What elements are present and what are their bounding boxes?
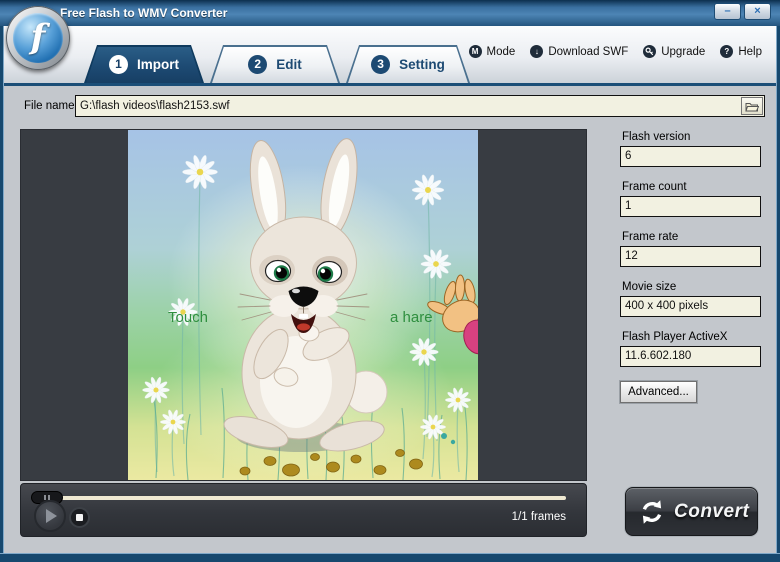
tab-number-badge: 1 xyxy=(109,55,128,74)
field-movie-size: Movie size 400 x 400 pixels xyxy=(620,281,761,317)
field-label: Flash Player ActiveX xyxy=(622,331,761,343)
menu-label: Mode xyxy=(487,46,516,58)
file-path-value: G:\flash videos\flash2153.swf xyxy=(76,100,741,112)
tab-number-badge: 2 xyxy=(248,55,267,74)
download-icon: ↓ xyxy=(530,45,543,58)
help-icon: ? xyxy=(720,45,733,58)
movie-size-value[interactable]: 400 x 400 pixels xyxy=(620,296,761,317)
flash-movie-preview[interactable]: Touch a hare xyxy=(128,130,478,480)
activex-version-value[interactable]: 11.6.602.180 xyxy=(620,346,761,367)
menu-item-help[interactable]: ? Help xyxy=(720,45,762,58)
stop-button[interactable] xyxy=(69,507,90,528)
info-column: Flash version 6 Frame count 1 Frame rate… xyxy=(620,131,761,403)
upgrade-key-icon xyxy=(643,45,656,58)
field-frame-count: Frame count 1 xyxy=(620,181,761,217)
field-frame-rate: Frame rate 12 xyxy=(620,231,761,267)
mode-icon: M xyxy=(469,45,482,58)
open-folder-icon xyxy=(745,101,759,112)
flash-version-value[interactable]: 6 xyxy=(620,146,761,167)
title-bar: Free Flash to WMV Converter xyxy=(0,0,780,26)
caption-touch: Touch xyxy=(168,309,208,326)
frame-rate-value[interactable]: 12 xyxy=(620,246,761,267)
tab-label: Import xyxy=(137,57,179,72)
window-border-right xyxy=(776,26,780,562)
play-button[interactable] xyxy=(34,500,66,532)
play-icon xyxy=(46,509,57,523)
tab-edit[interactable]: 2 Edit xyxy=(210,45,340,83)
flash-logo-icon: f xyxy=(13,13,63,63)
tab-label: Setting xyxy=(399,57,445,72)
teal-dot xyxy=(441,433,447,439)
flash-f-letter: f xyxy=(31,17,46,57)
top-menu: M Mode ↓ Download SWF Upgrade ? Help xyxy=(469,45,762,58)
tab-label: Edit xyxy=(276,57,302,72)
player-bar: 1/1 frames xyxy=(20,483,587,537)
seek-track[interactable] xyxy=(33,496,566,500)
field-label: Movie size xyxy=(622,281,761,293)
minimize-button[interactable]: – xyxy=(714,3,741,20)
menu-label: Upgrade xyxy=(661,46,705,58)
window-controls: – × xyxy=(714,3,771,20)
field-flash-version: Flash version 6 xyxy=(620,131,761,167)
menu-label: Help xyxy=(738,46,762,58)
window-title: Free Flash to WMV Converter xyxy=(60,0,227,26)
window-border-left xyxy=(0,26,4,562)
window-border-bottom xyxy=(0,553,780,562)
convert-arrows-icon xyxy=(639,499,665,525)
file-name-label: File name xyxy=(24,100,75,112)
main-content: File name G:\flash videos\flash2153.swf xyxy=(4,86,776,553)
tab-import[interactable]: 1 Import xyxy=(84,45,204,83)
file-name-input[interactable]: G:\flash videos\flash2153.swf xyxy=(75,95,765,117)
convert-label: Convert xyxy=(674,501,749,523)
field-label: Flash version xyxy=(622,131,761,143)
menu-item-mode[interactable]: M Mode xyxy=(469,45,516,58)
menu-item-upgrade[interactable]: Upgrade xyxy=(643,45,705,58)
field-label: Frame count xyxy=(622,181,761,193)
convert-button[interactable]: Convert xyxy=(625,487,758,536)
frame-counter: 1/1 frames xyxy=(512,511,566,523)
close-button[interactable]: × xyxy=(744,3,771,20)
menu-label: Download SWF xyxy=(548,46,628,58)
browse-button[interactable] xyxy=(741,97,763,115)
tab-number-badge: 3 xyxy=(371,55,390,74)
frame-count-value[interactable]: 1 xyxy=(620,196,761,217)
tab-setting[interactable]: 3 Setting xyxy=(346,45,470,83)
app-logo: f xyxy=(6,6,70,70)
toolbar: 1 Import 2 Edit 3 Setting M Mode xyxy=(4,26,776,86)
teal-dot xyxy=(451,440,455,444)
field-activex-version: Flash Player ActiveX 11.6.602.180 xyxy=(620,331,761,367)
caption-a-hare: a hare xyxy=(390,309,433,326)
field-label: Frame rate xyxy=(622,231,761,243)
advanced-button[interactable]: Advanced... xyxy=(620,381,697,403)
menu-item-download-swf[interactable]: ↓ Download SWF xyxy=(530,45,628,58)
stop-icon xyxy=(76,514,83,521)
